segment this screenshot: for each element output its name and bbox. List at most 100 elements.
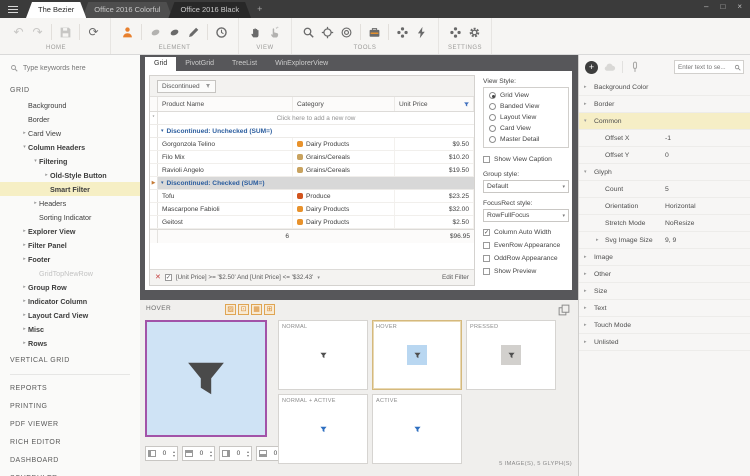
sidebar-item-misc[interactable]: ▸Misc: [0, 322, 140, 336]
down-arrow-icon[interactable]: ▾: [173, 454, 175, 458]
minimize-button[interactable]: –: [704, 2, 708, 12]
clock-button[interactable]: [213, 24, 230, 41]
expand-icon[interactable]: ▸: [584, 254, 587, 260]
column-header-unit-price[interactable]: Unit Price: [395, 97, 474, 111]
new-tab-button[interactable]: +: [257, 2, 262, 18]
tab-grid[interactable]: Grid: [145, 57, 176, 71]
sidebar-item-indicator-column[interactable]: ▸Indicator Column: [0, 294, 140, 308]
refresh-button[interactable]: ⟳: [85, 24, 102, 41]
category-unlisted[interactable]: ▸Unlisted: [579, 334, 750, 351]
property-orientation[interactable]: OrientationHorizontal: [579, 198, 750, 215]
margin-right-stepper[interactable]: 0▴▾: [219, 446, 252, 461]
expand-icon[interactable]: ▾: [584, 118, 587, 124]
tab-treelist[interactable]: TreeList: [223, 57, 266, 71]
category-border[interactable]: ▸Border: [579, 96, 750, 113]
state-box-hover[interactable]: HOVER: [372, 320, 462, 390]
sidebar-item-sorting-indicator[interactable]: Sorting Indicator: [0, 210, 140, 224]
property-offset-x[interactable]: Offset X-1: [579, 130, 750, 147]
expand-icon[interactable]: ▸: [21, 228, 28, 234]
person-button[interactable]: [119, 24, 136, 41]
expand-icon[interactable]: ▾: [21, 144, 28, 150]
group-by-chip[interactable]: Discontinued: [157, 80, 216, 93]
export-image-button[interactable]: [558, 303, 570, 315]
new-row[interactable]: * Click here to add a new row: [150, 112, 474, 125]
expand-icon[interactable]: ▸: [584, 288, 587, 294]
pattern-bg-button[interactable]: ▦: [251, 304, 262, 315]
category-background-color[interactable]: ▸Background Color: [579, 79, 750, 96]
sidebar-item-filter-panel[interactable]: ▸Filter Panel: [0, 238, 140, 252]
undo-button[interactable]: ↶: [10, 24, 27, 41]
wheel-button[interactable]: [447, 24, 464, 41]
collapse-icon[interactable]: ▾: [161, 128, 164, 134]
sidebar-section-dashboard[interactable]: DASHBOARD: [0, 453, 140, 468]
expand-icon[interactable]: ▸: [596, 237, 599, 243]
close-filter-icon[interactable]: ✕: [155, 274, 161, 281]
expand-icon[interactable]: ▸: [21, 340, 28, 346]
pin-icon[interactable]: [629, 61, 641, 73]
margin-left-stepper[interactable]: 0▴▾: [145, 446, 178, 461]
sidebar-item-card-view[interactable]: ▸Card View: [0, 126, 140, 140]
property-value[interactable]: 5: [665, 186, 669, 193]
expand-icon[interactable]: ▸: [21, 130, 28, 136]
glyph-editor-canvas[interactable]: [145, 320, 267, 437]
edit-filter-button[interactable]: Edit Filter: [442, 274, 469, 281]
expand-icon[interactable]: ▸: [21, 312, 28, 318]
property-count[interactable]: Count5: [579, 181, 750, 198]
filter-expression[interactable]: [Unit Price] >= '$2.50' And [Unit Price]…: [176, 274, 313, 281]
sidebar-section-grid[interactable]: GRID: [0, 83, 140, 98]
state-box-active[interactable]: ACTIVE: [372, 394, 462, 464]
wheel-button[interactable]: [394, 24, 411, 41]
expand-icon[interactable]: ▸: [43, 172, 50, 178]
sidebar-section-reports[interactable]: REPORTS: [0, 381, 140, 396]
expand-icon[interactable]: ▾: [32, 158, 39, 164]
group-by-panel[interactable]: Discontinued: [150, 76, 474, 97]
expand-icon[interactable]: ▸: [21, 284, 28, 290]
sidebar-section-vertical-grid[interactable]: VERTICAL GRID: [0, 353, 140, 368]
sidebar-item-rows[interactable]: ▸Rows: [0, 336, 140, 350]
close-button[interactable]: ×: [737, 2, 742, 12]
chevron-down-icon[interactable]: ▾: [317, 275, 320, 281]
checkbox-show-view-caption[interactable]: Show View Caption: [483, 156, 569, 163]
tab-winexplorerview[interactable]: WinExplorerView: [266, 57, 337, 71]
sidebar-section-scheduler[interactable]: SCHEDULER: [0, 471, 140, 476]
property-svg-image-size[interactable]: ▸Svg Image Size9, 9: [579, 232, 750, 249]
expand-icon[interactable]: ▸: [584, 271, 587, 277]
radio-grid-view[interactable]: Grid View: [489, 92, 563, 99]
category-touch-mode[interactable]: ▸Touch Mode: [579, 317, 750, 334]
hand-button[interactable]: [247, 24, 264, 41]
window-tab-office-2016-colorful[interactable]: Office 2016 Colorful: [82, 2, 172, 18]
properties-search-input[interactable]: [678, 64, 732, 71]
texture-bg-button[interactable]: ▨: [225, 304, 236, 315]
state-box-normal[interactable]: NORMAL: [278, 320, 368, 390]
radio-card-view[interactable]: Card View: [489, 125, 563, 132]
sidebar-search[interactable]: [0, 55, 140, 80]
expand-icon[interactable]: ▸: [584, 84, 587, 90]
down-arrow-icon[interactable]: ▾: [210, 454, 212, 458]
table-row[interactable]: Filo MixGrains/Cereals$10.20: [150, 151, 474, 164]
apply-icon[interactable]: [604, 61, 616, 73]
property-value[interactable]: Horizontal: [665, 203, 696, 210]
checkbox-show-preview[interactable]: Show Preview: [483, 268, 569, 275]
magnifier-button[interactable]: [300, 24, 317, 41]
category-other[interactable]: ▸Other: [579, 266, 750, 283]
column-filter-icon[interactable]: [463, 101, 470, 108]
expand-icon[interactable]: ▸: [584, 305, 587, 311]
sidebar-section-pdf-viewer[interactable]: PDF VIEWER: [0, 417, 140, 432]
table-row[interactable]: Mascarpone FabioliDairy Products$32.00: [150, 203, 474, 216]
stepper-arrows[interactable]: ▴▾: [247, 450, 249, 458]
column-header-product-name[interactable]: Product Name: [158, 97, 293, 111]
property-offset-y[interactable]: Offset Y0: [579, 147, 750, 164]
radio-layout-view[interactable]: Layout View: [489, 114, 563, 121]
filter-enabled-checkbox[interactable]: ✓: [165, 274, 172, 281]
property-value[interactable]: 0: [665, 152, 669, 159]
blob-light-button[interactable]: [147, 24, 164, 41]
maximize-button[interactable]: □: [720, 2, 725, 12]
properties-search[interactable]: [674, 60, 744, 74]
add-image-button[interactable]: ⊞: [264, 304, 275, 315]
radio-master-detail[interactable]: Master Detail: [489, 136, 563, 143]
target-button[interactable]: [319, 24, 336, 41]
sidebar-item-filtering[interactable]: ▾Filtering: [0, 154, 140, 168]
sidebar-item-layout-card-view[interactable]: ▸Layout Card View: [0, 308, 140, 322]
gear-button[interactable]: [466, 24, 483, 41]
category-text[interactable]: ▸Text: [579, 300, 750, 317]
